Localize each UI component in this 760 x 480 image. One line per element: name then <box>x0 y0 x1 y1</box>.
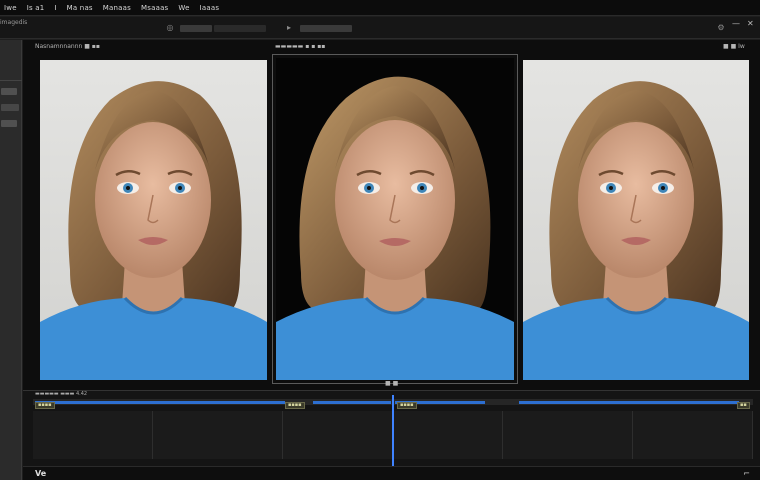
timeline-panel: ▬▬▬▬▬ ▬▬▬ 4.42 ▪▪▪▪ ▪▪▪▪ ▪▪▪▪ ▪▪ Ve ⌐ <box>23 390 760 480</box>
portrait-frame-right[interactable] <box>523 60 749 380</box>
portrait-image-right <box>523 81 749 380</box>
portrait-frame-left[interactable] <box>40 60 267 380</box>
sidebar-button-3[interactable] <box>1 120 17 127</box>
center-footer: ■ ■ <box>385 380 399 387</box>
toolbar-field[interactable] <box>214 25 266 32</box>
close-button[interactable]: ✕ <box>747 19 754 28</box>
menu-item-0[interactable]: Iwe <box>4 4 17 12</box>
clip-tag-1[interactable]: ▪▪▪▪ <box>35 402 55 409</box>
toolbar-slider[interactable] <box>180 25 212 32</box>
settings-icon[interactable]: ⚙ <box>717 24 725 32</box>
menu-item-3[interactable]: Ma nas <box>67 4 93 12</box>
clip-tag-3[interactable]: ▪▪▪▪ <box>397 402 417 409</box>
sidebar-button-2[interactable] <box>1 104 19 111</box>
clip-bar-1[interactable] <box>35 401 285 404</box>
menu-item-4[interactable]: Manaas <box>103 4 131 12</box>
timeline-header: ▬▬▬▬▬ ▬▬▬ 4.42 <box>35 391 88 397</box>
track-segment-4[interactable] <box>393 411 503 459</box>
toolbar-zoom-field[interactable] <box>300 25 352 32</box>
panel-header-right: ■ ■ Iw <box>723 43 745 50</box>
viewer-area: Nasnamnnannn ■ ▪▪ ▬▬▬▬▬ ▪ ▪ ▪▪ ■ ■ Iw ■ … <box>23 40 760 390</box>
portrait-image-left <box>40 81 267 380</box>
left-sidebar <box>0 40 22 480</box>
menu-item-2[interactable]: I <box>54 4 56 12</box>
panel-header-center: ▬▬▬▬▬ ▪ ▪ ▪▪ <box>275 43 326 50</box>
minimize-button[interactable]: — <box>732 19 740 28</box>
sidebar-divider <box>0 80 22 81</box>
clip-bar-2[interactable] <box>313 401 391 404</box>
playhead[interactable] <box>392 395 394 475</box>
menu-item-6[interactable]: We <box>178 4 189 12</box>
toolbar: imagedis ◎ ▸ ⚙ — ✕ <box>0 17 760 39</box>
portrait-image-center <box>276 76 514 380</box>
clip-tag-2[interactable]: ▪▪▪▪ <box>285 402 305 409</box>
menu-bar: Iwe Is a1 I Ma nas Manaas Msaaas We Iaaa… <box>0 0 760 16</box>
sidebar-button-1[interactable] <box>1 88 17 95</box>
menu-item-1[interactable]: Is a1 <box>27 4 45 12</box>
menu-item-5[interactable]: Msaaas <box>141 4 168 12</box>
timeline-footer-label: Ve <box>35 469 47 478</box>
portrait-frame-center[interactable] <box>276 58 514 380</box>
play-icon[interactable]: ▸ <box>285 24 293 32</box>
track-segment-6[interactable] <box>633 411 753 459</box>
clip-tag-4[interactable]: ▪▪ <box>737 402 750 409</box>
track-segment-2[interactable] <box>153 411 283 459</box>
track-segment-3[interactable] <box>283 411 393 459</box>
track-segment-5[interactable] <box>503 411 633 459</box>
track-segment-1[interactable] <box>33 411 153 459</box>
panel-header-left: Nasnamnnannn ■ ▪▪ <box>35 43 100 50</box>
clip-bar-4[interactable] <box>519 401 739 404</box>
resize-icon[interactable]: ⌐ <box>743 469 750 478</box>
timeline-footer: Ve ⌐ <box>23 466 760 480</box>
toolbar-label: imagedis <box>0 19 28 26</box>
target-icon[interactable]: ◎ <box>166 24 174 32</box>
menu-item-7[interactable]: Iaaas <box>200 4 220 12</box>
